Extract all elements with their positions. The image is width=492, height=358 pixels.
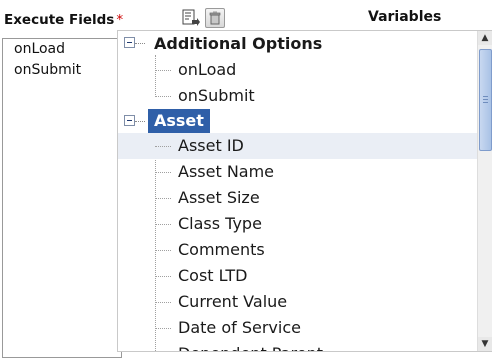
collapse-toggle-icon[interactable] — [124, 37, 135, 48]
tree-item-label: Asset ID — [178, 136, 244, 155]
collapse-toggle-icon[interactable] — [124, 115, 135, 126]
tree-item[interactable]: Asset Size — [118, 185, 480, 211]
tree-item-label: Dependent Parent — [178, 341, 323, 351]
scroll-down-icon[interactable]: ▼ — [478, 337, 492, 351]
tree-item[interactable]: onLoad — [118, 57, 480, 83]
tree-item-label: Asset Name — [178, 162, 275, 181]
tree-item[interactable]: Cost LTD — [118, 263, 480, 289]
vertical-scrollbar[interactable]: ▲ ▼ — [477, 31, 492, 351]
tree-connector — [155, 276, 171, 277]
tree-item-label: Asset Size — [178, 188, 260, 207]
tree-connector — [135, 43, 145, 44]
tree-connector — [155, 198, 171, 199]
tree-item[interactable]: Dependent Parent — [118, 341, 480, 351]
variables-tree-dropdown[interactable]: Additional Options onLoad onSubmit Asset… — [117, 30, 492, 352]
scrollbar-thumb[interactable] — [479, 49, 492, 151]
tree-item[interactable]: Date of Service — [118, 315, 480, 341]
execute-fields-list[interactable]: onLoad onSubmit — [2, 38, 122, 358]
required-marker: * — [116, 12, 124, 28]
tree-connector — [155, 302, 171, 303]
tree-item-label: Comments — [178, 240, 265, 259]
tree-connector — [155, 224, 171, 225]
grip-line — [483, 102, 488, 103]
tree-item-label: onLoad — [178, 60, 237, 79]
grip-line — [483, 96, 488, 97]
execute-fields-label: Execute Fields * — [4, 12, 123, 28]
tree-group-additional-options[interactable]: Additional Options — [118, 31, 480, 57]
tree-item-label: Date of Service — [178, 318, 301, 337]
tree-item[interactable]: Current Value — [118, 289, 480, 315]
tree-item[interactable]: Asset Name — [118, 159, 480, 185]
tree-group-label: Additional Options — [154, 34, 323, 53]
tree-connector — [155, 172, 171, 173]
tree-item-label: Cost LTD — [178, 266, 248, 285]
execute-field-item[interactable]: onLoad — [3, 39, 121, 60]
tree-connector — [155, 328, 171, 329]
tree-connector — [155, 70, 171, 71]
tree-group-label-selected: Asset — [148, 109, 210, 133]
tree-item-hovered[interactable]: Asset ID — [118, 133, 480, 159]
tree-group-asset[interactable]: Asset — [118, 109, 480, 135]
tree-item[interactable]: onSubmit — [118, 83, 480, 109]
tree-connector — [155, 96, 171, 97]
tree-item-label: onSubmit — [178, 86, 255, 105]
tree-item-label: Current Value — [178, 292, 288, 311]
execute-field-item[interactable]: onSubmit — [3, 60, 121, 81]
tree-item[interactable]: Class Type — [118, 211, 480, 237]
trash-icon[interactable] — [205, 8, 225, 28]
grip-line — [483, 99, 488, 100]
copy-icon[interactable] — [180, 8, 200, 28]
tree-connector — [135, 121, 145, 122]
scroll-up-icon[interactable]: ▲ — [478, 31, 492, 45]
tree-connector — [155, 250, 171, 251]
tree-item-label: Class Type — [178, 214, 262, 233]
execute-fields-text: Execute Fields — [4, 12, 115, 28]
variables-label: Variables — [368, 9, 442, 25]
tree-item[interactable]: Comments — [118, 237, 480, 263]
tree-connector — [155, 146, 171, 147]
